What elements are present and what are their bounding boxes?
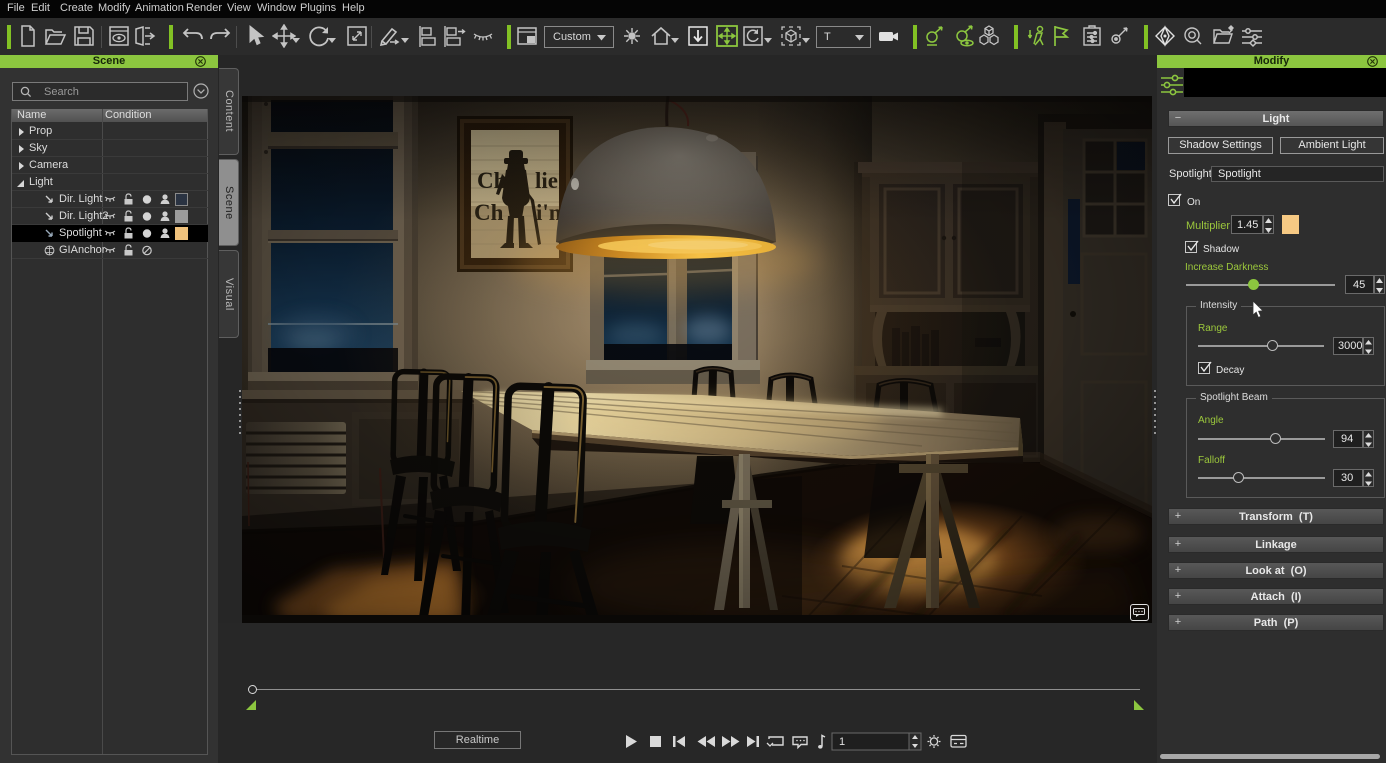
svg-text:1: 1 xyxy=(839,736,845,748)
